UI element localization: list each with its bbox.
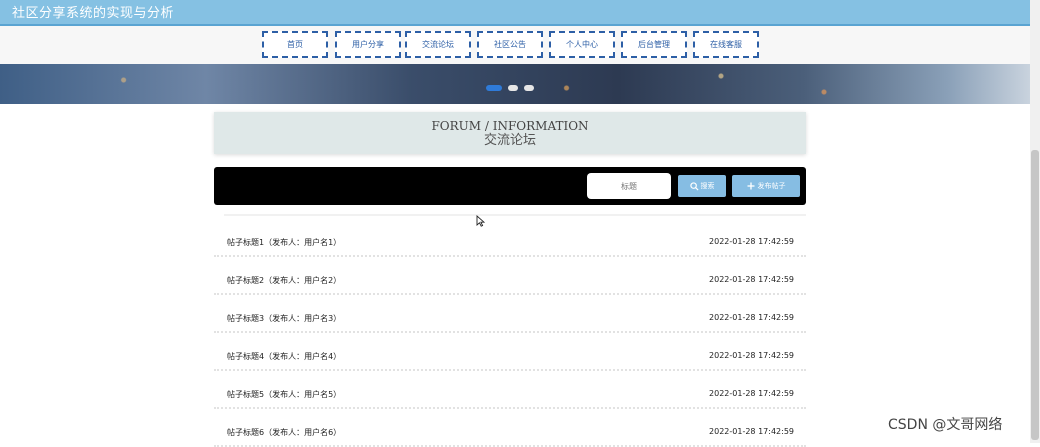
carousel-dot-1[interactable] bbox=[486, 85, 502, 91]
nav-home[interactable]: 首页 bbox=[262, 31, 328, 58]
post-title[interactable]: 帖子标题6（发布人：用户名6） bbox=[227, 427, 341, 438]
post-time: 2022-01-28 17:42:59 bbox=[709, 389, 794, 398]
post-row[interactable]: 帖子标题1（发布人：用户名1） 2022-01-28 17:42:59 bbox=[214, 219, 806, 257]
top-header-bar: 社区分享系统的实现与分析 bbox=[0, 0, 1030, 26]
forum-title-cn: 交流论坛 bbox=[483, 133, 536, 148]
post-time: 2022-01-28 17:42:59 bbox=[709, 275, 794, 284]
nav-forum[interactable]: 交流论坛 bbox=[405, 31, 471, 58]
post-time: 2022-01-28 17:42:59 bbox=[709, 351, 794, 360]
forum-title-en: FORUM / INFORMATION bbox=[431, 119, 589, 133]
post-list-divider bbox=[224, 214, 806, 216]
publish-post-button[interactable]: 发布帖子 bbox=[732, 175, 800, 197]
search-button[interactable]: 搜索 bbox=[678, 175, 726, 197]
carousel-dot-3[interactable] bbox=[524, 85, 534, 91]
search-title-input[interactable] bbox=[587, 173, 671, 199]
search-icon bbox=[689, 181, 699, 191]
post-row[interactable]: 帖子标题4（发布人：用户名4） 2022-01-28 17:42:59 bbox=[214, 333, 806, 371]
csdn-watermark: CSDN @文哥网络 bbox=[888, 417, 1003, 433]
post-row[interactable]: 帖子标题2（发布人：用户名2） 2022-01-28 17:42:59 bbox=[214, 257, 806, 295]
post-time: 2022-01-28 17:42:59 bbox=[709, 313, 794, 322]
forum-header: FORUM / INFORMATION 交流论坛 bbox=[214, 112, 806, 154]
post-title[interactable]: 帖子标题2（发布人：用户名2） bbox=[227, 275, 341, 286]
search-button-label: 搜索 bbox=[700, 182, 715, 190]
post-row[interactable]: 帖子标题6（发布人：用户名6） 2022-01-28 17:42:59 bbox=[214, 409, 806, 447]
plus-icon bbox=[747, 182, 754, 190]
banner-carousel bbox=[0, 64, 1030, 104]
post-row[interactable]: 帖子标题3（发布人：用户名3） 2022-01-28 17:42:59 bbox=[214, 295, 806, 333]
post-title[interactable]: 帖子标题1（发布人：用户名1） bbox=[227, 237, 341, 248]
post-title[interactable]: 帖子标题3（发布人：用户名3） bbox=[227, 313, 341, 324]
post-title[interactable]: 帖子标题5（发布人：用户名5） bbox=[227, 389, 341, 400]
carousel-dot-2[interactable] bbox=[508, 85, 518, 91]
post-row[interactable]: 帖子标题5（发布人：用户名5） 2022-01-28 17:42:59 bbox=[214, 371, 806, 409]
nav-announcements[interactable]: 社区公告 bbox=[477, 31, 543, 58]
publish-post-label: 发布帖子 bbox=[757, 182, 786, 190]
carousel-indicators bbox=[486, 85, 534, 91]
nav-personal-center[interactable]: 个人中心 bbox=[549, 31, 615, 58]
nav-user-share[interactable]: 用户分享 bbox=[335, 31, 401, 58]
nav-online-service[interactable]: 在线客服 bbox=[693, 31, 759, 58]
main-nav: 首页 用户分享 交流论坛 社区公告 个人中心 后台管理 在线客服 bbox=[0, 26, 1030, 64]
post-time: 2022-01-28 17:42:59 bbox=[709, 237, 794, 246]
nav-admin[interactable]: 后台管理 bbox=[621, 31, 687, 58]
app-title: 社区分享系统的实现与分析 bbox=[12, 6, 175, 21]
post-title[interactable]: 帖子标题4（发布人：用户名4） bbox=[227, 351, 341, 362]
mouse-cursor-icon bbox=[476, 215, 485, 227]
post-time: 2022-01-28 17:42:59 bbox=[709, 427, 794, 436]
page-scrollbar-thumb[interactable] bbox=[1031, 150, 1039, 440]
